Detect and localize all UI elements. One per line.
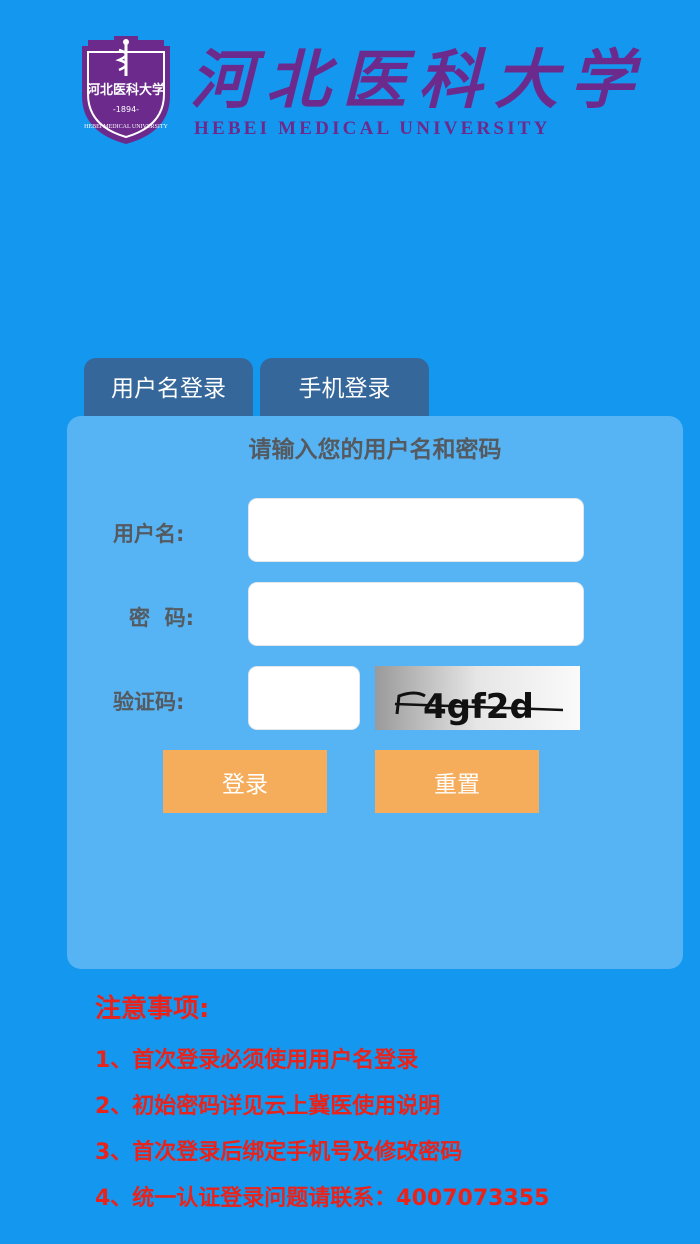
login-page: 河北医科大学 -1894- HEBEI MEDICAL UNIVERSITY 河…	[0, 0, 700, 1244]
university-name-cn: 河北医科大学	[190, 43, 646, 118]
tab-phone-login[interactable]: 手机登录	[260, 358, 429, 416]
university-emblem-icon: 河北医科大学 -1894- HEBEI MEDICAL UNIVERSITY	[82, 36, 170, 144]
password-label: 密 码:	[129, 606, 195, 630]
username-label: 用户名:	[113, 522, 185, 546]
emblem-ring-text: HEBEI MEDICAL UNIVERSITY	[84, 124, 168, 130]
notice-item: 2、初始密码详见云上冀医使用说明	[95, 1094, 441, 1119]
captcha-image[interactable]: 4gf2d	[375, 666, 580, 730]
reset-button[interactable]: 重置	[375, 750, 539, 813]
university-name-en: HEBEI MEDICAL UNIVERSITY	[194, 118, 551, 139]
notice-title: 注意事项:	[95, 994, 210, 1024]
password-input[interactable]	[248, 582, 584, 646]
notice-item: 4、统一认证登录问题请联系：4007073355	[95, 1186, 550, 1211]
emblem-year: -1894-	[113, 105, 139, 114]
form-title: 请输入您的用户名和密码	[248, 437, 502, 463]
tab-username-login[interactable]: 用户名登录	[84, 358, 253, 416]
emblem-text: 河北医科大学	[87, 82, 165, 98]
notice-section: 注意事项: 1、首次登录必须使用用户名登录 2、初始密码详见云上冀医使用说明 3…	[95, 990, 675, 1222]
login-button[interactable]: 登录	[163, 750, 327, 813]
captcha-label: 验证码:	[113, 690, 185, 714]
username-input[interactable]	[248, 498, 584, 562]
notice-item: 1、首次登录必须使用用户名登录	[95, 1048, 419, 1073]
notice-item: 3、首次登录后绑定手机号及修改密码	[95, 1140, 463, 1165]
captcha-input[interactable]	[248, 666, 360, 730]
university-header: 河北医科大学 -1894- HEBEI MEDICAL UNIVERSITY 河…	[74, 36, 634, 148]
login-panel: 请输入您的用户名和密码 用户名: 密 码: 验证码: 4gf2d 登录 重置	[67, 416, 683, 969]
